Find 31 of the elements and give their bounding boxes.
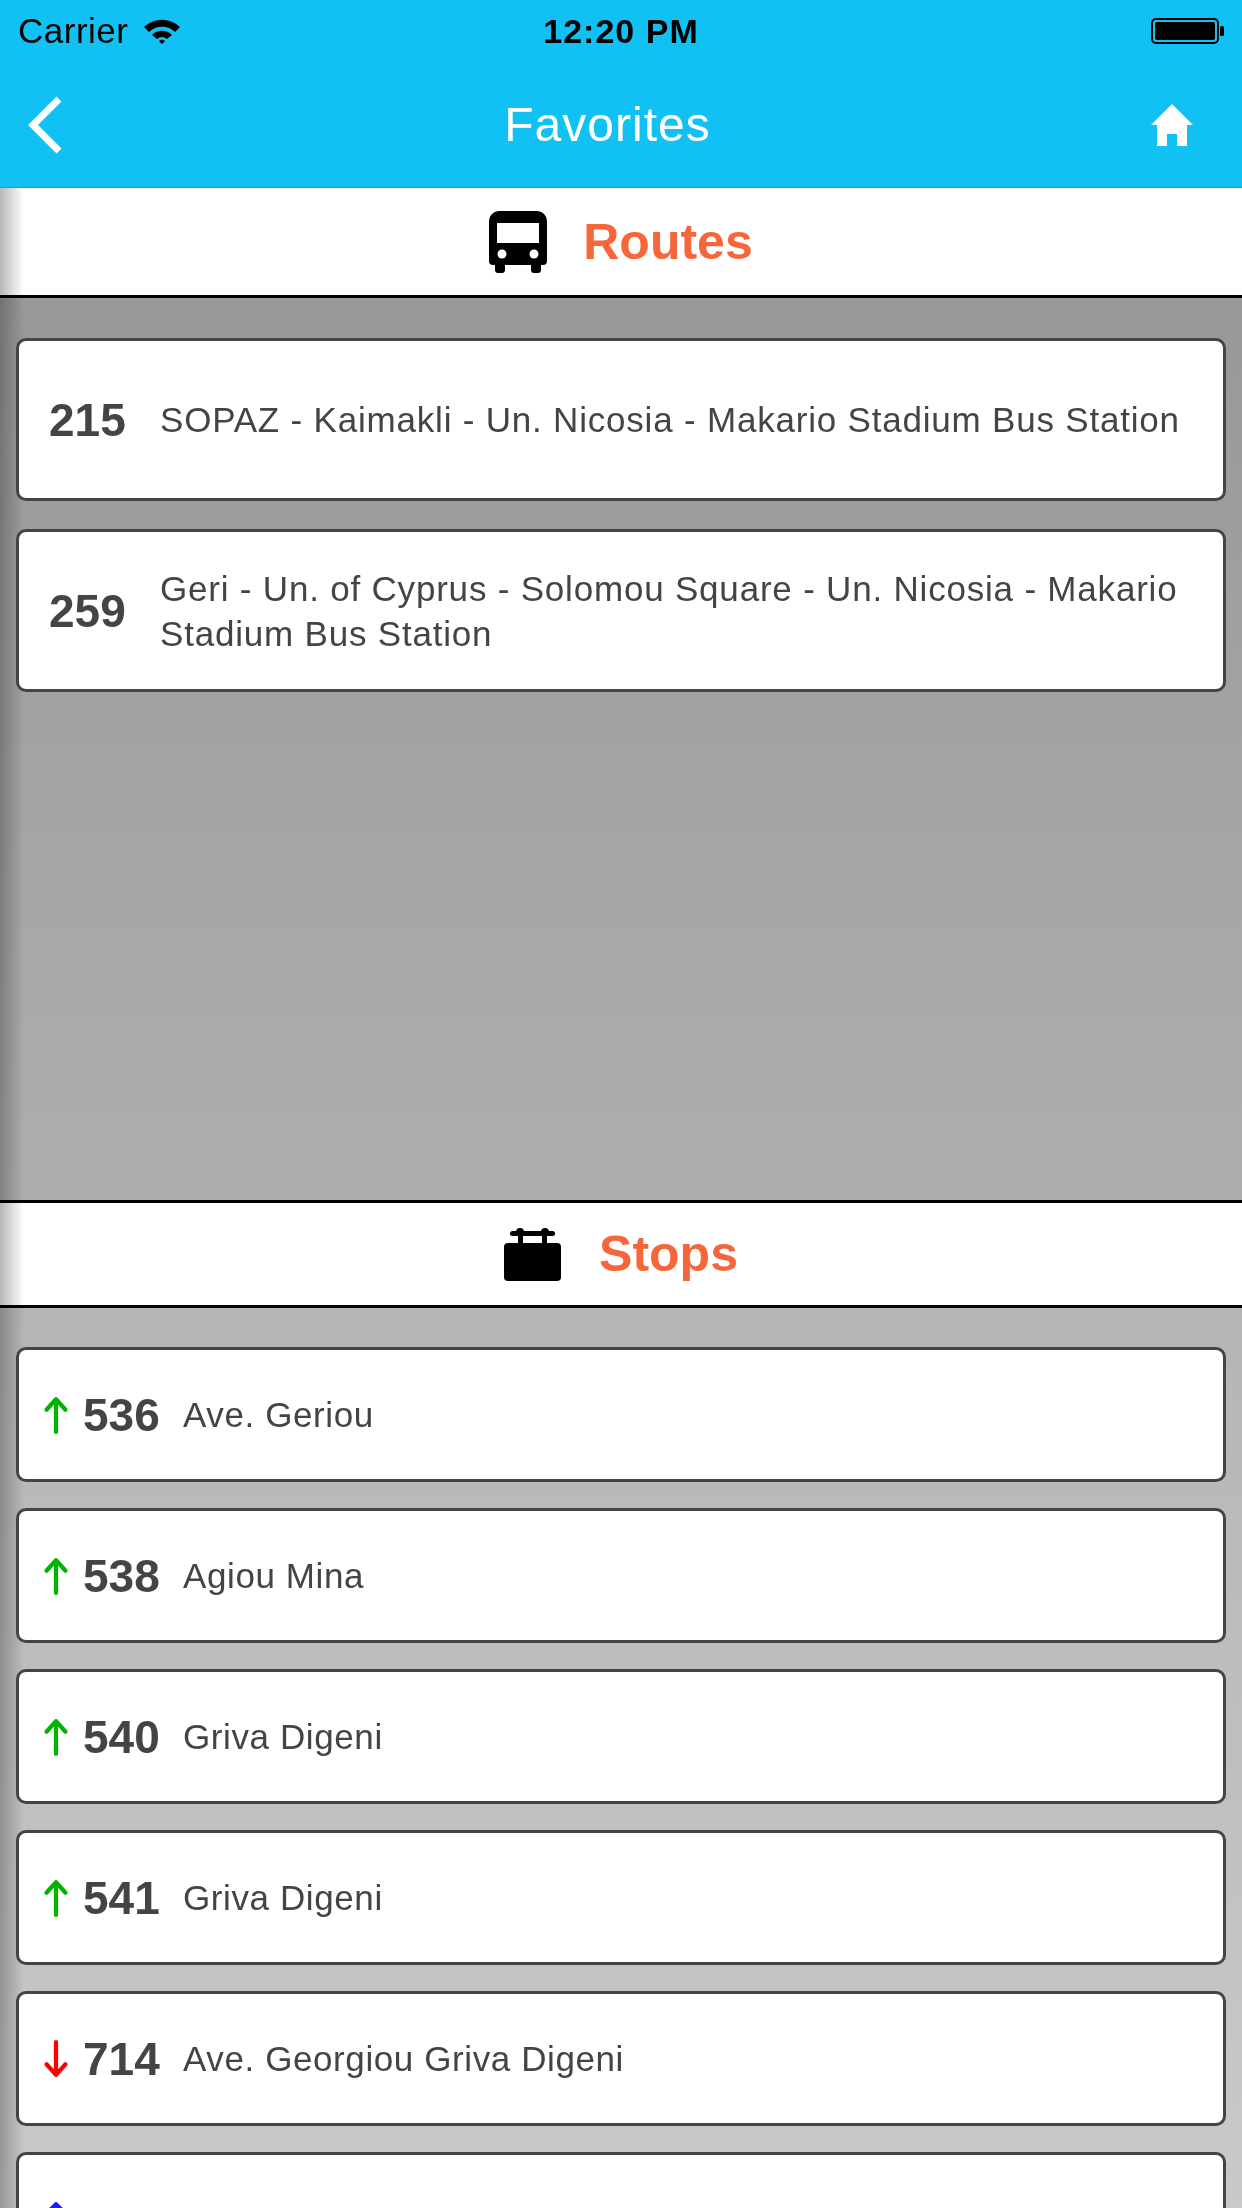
stop-number: 714 — [83, 2031, 161, 2086]
route-card[interactable]: 259 Geri - Un. of Cyprus - Solomou Square - Un. Nicosia - Makario Stadium Bus Station — [16, 529, 1226, 692]
battery-icon — [1151, 18, 1225, 44]
stop-name: Griva Digeni — [183, 1877, 383, 1918]
wifi-icon — [142, 18, 183, 44]
stop-card[interactable]: 541 Griva Digeni — [16, 1830, 1226, 1965]
carrier-label: Carrier — [18, 11, 129, 51]
stop-number: 541 — [83, 1870, 161, 1925]
route-number: 215 — [49, 392, 127, 447]
stop-card[interactable]: 540 Griva Digeni — [16, 1669, 1226, 1804]
bus-icon — [489, 210, 548, 273]
route-number: 259 — [49, 583, 127, 638]
stop-number: 538 — [83, 1548, 161, 1603]
stop-number: 536 — [83, 1387, 161, 1442]
route-name: SOPAZ - Kaimakli - Un. Nicosia - Makario Stadium Bus Station — [160, 399, 1180, 441]
stop-number: 540 — [83, 1709, 161, 1764]
stop-name: Ave. Geriou — [183, 1394, 374, 1435]
section-title: Routes — [583, 212, 753, 271]
route-card[interactable]: 215 SOPAZ - Kaimakli - Un. Nicosia - Makario Stadium Bus Station — [16, 338, 1226, 501]
stop-sign-icon — [504, 1227, 562, 1281]
stop-name: Agiou Mina — [183, 1555, 365, 1596]
screen-title: Favorites — [504, 97, 711, 152]
stop-card[interactable]: 538 Agiou Mina — [16, 1508, 1226, 1643]
home-icon[interactable] — [1150, 103, 1194, 146]
stop-card[interactable]: 714 Ave. Georgiou Griva Digeni — [16, 1991, 1226, 2126]
route-name: Geri - Un. of Cyprus - Solomou Square - Un. Nicosia - Makario Stadium Bus Station — [160, 567, 1179, 655]
stop-card[interactable]: 536 Ave. Geriou — [16, 1347, 1226, 1482]
stop-name: Ave. Georgiou Griva Digeni — [183, 2038, 624, 2079]
clock-time: 12:20 PM — [543, 11, 699, 51]
stop-name: Griva Digeni — [183, 1716, 383, 1757]
section-title: Stops — [599, 1225, 738, 1283]
